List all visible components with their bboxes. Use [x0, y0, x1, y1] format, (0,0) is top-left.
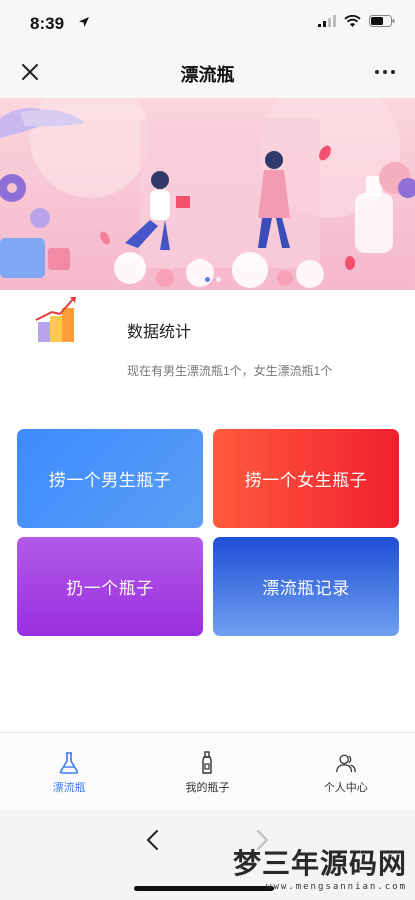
wifi-icon [344, 15, 361, 27]
tab-bar: 漂流瓶 我的瓶子 个人中心 [0, 732, 415, 810]
banner-carousel[interactable] [0, 98, 415, 290]
location-arrow-icon [79, 17, 89, 27]
watermark-url: www.mengsannian.com [266, 882, 407, 892]
tab-drift-bottle[interactable]: 漂流瓶 [0, 733, 138, 810]
tab-drift-bottle-label: 漂流瓶 [52, 782, 86, 794]
signal-icon [318, 15, 336, 27]
carousel-dot[interactable] [194, 277, 199, 282]
tab-my-bottles-label: 我的瓶子 [185, 782, 230, 794]
bottle-icon [202, 751, 213, 774]
tab-profile-label: 个人中心 [323, 782, 368, 794]
back-arrow-icon[interactable] [143, 828, 163, 852]
carousel-dot-active[interactable] [205, 277, 210, 282]
user-icon [336, 754, 356, 773]
fish-female-bottle-label: 捞一个女生瓶子 [244, 471, 368, 490]
flask-icon [60, 752, 79, 774]
bar-chart-icon [35, 297, 76, 342]
carousel-dots [0, 277, 415, 282]
more-icon[interactable] [373, 60, 397, 84]
page-title: 漂流瓶 [180, 65, 235, 85]
tab-profile[interactable]: 个人中心 [277, 733, 415, 810]
watermark: 梦三年源码网 www.mengsannian.com [233, 842, 407, 892]
bottle-records-button[interactable]: 漂流瓶记录 [213, 537, 399, 636]
fish-male-bottle-button[interactable]: 捞一个男生瓶子 [17, 429, 203, 528]
battery-icon [369, 15, 395, 27]
stats-description: 现在有男生漂流瓶1个，女生漂流瓶1个 [127, 364, 333, 378]
throw-bottle-label: 扔一个瓶子 [66, 579, 154, 598]
bottle-records-label: 漂流瓶记录 [262, 579, 350, 598]
stats-title: 数据统计 [127, 324, 192, 341]
status-bar: 8:39 [0, 0, 415, 46]
nav-header: 漂流瓶 [0, 46, 415, 98]
status-right [318, 15, 395, 27]
throw-bottle-button[interactable]: 扔一个瓶子 [17, 537, 203, 636]
watermark-text: 梦三年源码网 [232, 847, 407, 880]
fish-male-bottle-label: 捞一个男生瓶子 [48, 471, 172, 490]
carousel-dot[interactable] [216, 277, 221, 282]
banner-illustration [0, 98, 415, 288]
fish-female-bottle-button[interactable]: 捞一个女生瓶子 [213, 429, 399, 528]
stats-section: 数据统计 现在有男生漂流瓶1个，女生漂流瓶1个 [0, 290, 415, 410]
tab-my-bottles[interactable]: 我的瓶子 [138, 733, 276, 810]
status-time: 8:39 [30, 14, 65, 33]
